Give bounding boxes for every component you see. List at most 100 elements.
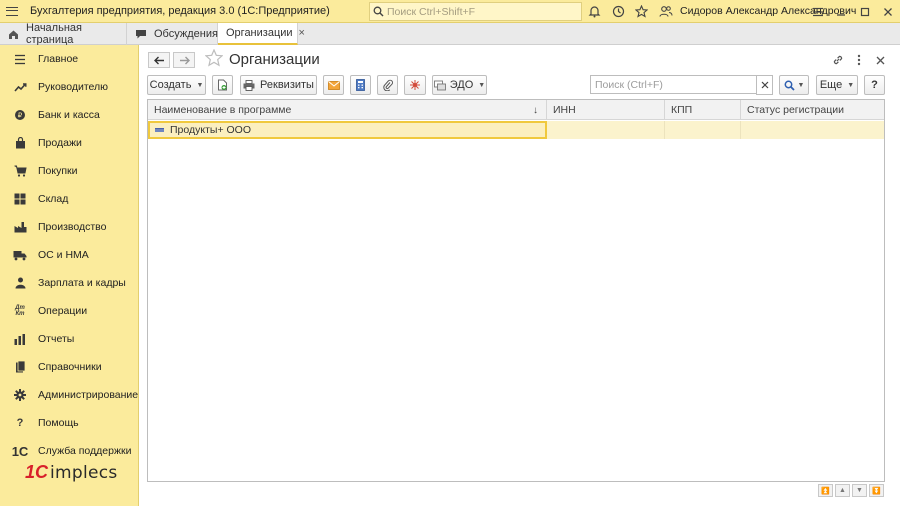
link-icon[interactable] [830,52,846,68]
create-copy-button[interactable] [212,75,233,95]
calculator-icon [356,79,365,91]
implecs-logo: 1С implecs [25,462,118,483]
sidebar-item-catalogs[interactable]: Справочники [0,353,139,381]
close-form-icon[interactable] [872,52,888,68]
bar-chart-icon [11,330,29,348]
favorite-star-icon[interactable] [204,48,224,72]
sidebar-item-sales[interactable]: Продажи [0,129,139,157]
sidebar-item-reports[interactable]: Отчеты [0,325,139,353]
table-cell-name[interactable]: Продукты+ ООО [148,121,547,139]
column-header-status[interactable]: Статус регистрации [741,100,884,120]
table-cell-inn[interactable] [547,121,665,139]
chat-icon [135,29,147,40]
sidebar-item-bank-cash[interactable]: ₽ Банк и касса [0,101,139,129]
clear-search-button[interactable] [756,75,773,95]
edo-button[interactable]: ЭДО ▼ [432,75,487,95]
sidebar-item-label: Справочники [38,361,102,373]
sidebar-item-administration[interactable]: Администрирование [0,381,139,409]
more-button[interactable]: Еще ▼ [816,75,858,95]
logo-1c-mark: 1С [25,462,49,482]
current-user-name[interactable]: Сидоров Александр Александрович [680,5,856,17]
sidebar-item-label: Администрирование [38,389,139,401]
coin-icon: ₽ [11,106,29,124]
bell-icon[interactable] [586,3,603,20]
sidebar-item-production[interactable]: Производство [0,213,139,241]
sidebar-item-help[interactable]: ? Помощь [0,409,139,437]
sidebar-item-warehouse[interactable]: Склад [0,185,139,213]
search-placeholder: Поиск Ctrl+Shift+F [387,5,476,18]
paperclip-icon [382,79,393,91]
factory-icon [11,218,29,236]
forward-button[interactable] [173,52,195,68]
title-bar: Бухгалтерия предприятия, редакция 3.0 (1… [0,0,900,23]
column-header-label: КПП [671,104,693,116]
scroll-down-button[interactable]: ▼ [852,484,867,497]
close-tab-icon[interactable]: × [299,27,305,39]
sidebar-item-main[interactable]: Главное [0,45,139,73]
column-header-label: ИНН [553,104,576,116]
sidebar-item-salary-hr[interactable]: Зарплата и кадры [0,269,139,297]
minimize-icon[interactable] [832,3,849,20]
column-header-kpp[interactable]: КПП [665,100,741,120]
envelope-icon [327,80,340,90]
calculator-button[interactable] [350,75,371,95]
main-menu-button[interactable] [0,0,24,23]
network-icon [410,80,420,90]
truck-icon [11,246,29,264]
sidebar-item-label: Банк и касса [38,109,100,121]
column-header-name[interactable]: Наименование в программе ↓ [148,100,547,120]
attach-files-button[interactable] [377,75,398,95]
requisites-button[interactable]: Реквизиты [240,75,317,95]
users-icon[interactable] [657,3,674,20]
list-search-input[interactable]: Поиск (Ctrl+F) [590,75,773,94]
close-window-icon[interactable] [879,3,896,20]
menu-lines-icon [11,50,29,68]
search-options-button[interactable]: ▼ [779,75,809,95]
add-document-icon [218,79,227,91]
help-button[interactable]: ? [864,75,885,95]
help-label: ? [871,79,878,91]
sidebar-item-manager[interactable]: Руководителю [0,73,139,101]
sort-arrow-icon: ↓ [533,104,538,116]
tab-label: Начальная страница [26,22,82,46]
tab-home-page[interactable]: Начальная страница [0,22,127,46]
tab-organizations[interactable]: Организации × [218,23,305,45]
tab-discussions[interactable]: Обсуждения [127,23,218,45]
column-header-label: Наименование в программе [154,104,292,116]
search-icon [373,6,384,17]
sidebar-item-operations[interactable]: Дт Кт Операции [0,297,139,325]
sidebar-item-purchases[interactable]: Покупки [0,157,139,185]
organizations-table: Наименование в программе ↓ ИНН КПП Стату… [147,99,885,482]
history-icon[interactable] [610,3,627,20]
more-vertical-icon[interactable] [851,52,867,68]
maximize-icon[interactable] [856,3,873,20]
column-header-label: Статус регистрации [747,104,844,116]
back-button[interactable] [148,52,170,68]
chevron-down-icon: ▼ [856,487,863,494]
scroll-to-top-button[interactable]: ⏫ [818,484,833,497]
settings-menu-icon[interactable] [809,3,826,20]
sidebar-item-label: Главное [38,53,79,65]
global-search-input[interactable]: Поиск Ctrl+Shift+F [369,2,582,21]
printer-icon [243,79,255,91]
column-header-inn[interactable]: ИНН [547,100,665,120]
sidebar-item-label: Операции [38,305,88,317]
sidebar-item-label: Продажи [38,137,82,149]
list-search-placeholder: Поиск (Ctrl+F) [595,78,663,91]
send-email-button[interactable] [323,75,344,95]
sidebar-item-support[interactable]: 1С Служба поддержки [0,437,139,465]
table-cell-kpp[interactable] [665,121,741,139]
sidebar-item-label: Зарплата и кадры [38,277,126,289]
svg-text:₽: ₽ [18,112,23,120]
sidebar-item-fixed-assets[interactable]: ОС и НМА [0,241,139,269]
sidebar-item-label: Покупки [38,165,78,177]
scroll-to-bottom-button[interactable]: ⏬ [869,484,884,497]
table-row[interactable]: Продукты+ ООО [148,121,884,139]
table-cell-status[interactable] [741,121,884,139]
favorites-star-icon[interactable] [633,3,650,20]
scroll-up-button[interactable]: ▲ [835,484,850,497]
question-icon: ? [16,417,24,429]
sidebar-item-label: Помощь [38,417,79,429]
structure-button[interactable] [404,75,426,95]
create-button[interactable]: Создать ▼ [147,75,206,95]
